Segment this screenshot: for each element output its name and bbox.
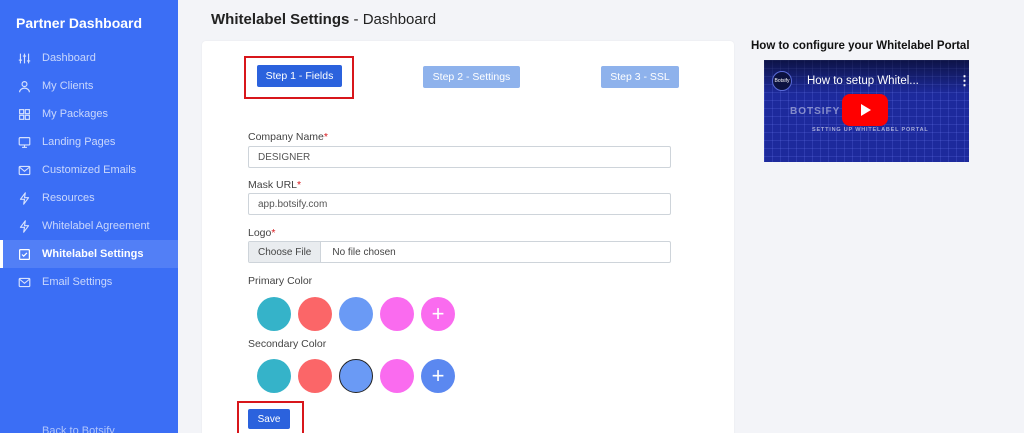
- user-icon: [18, 80, 31, 93]
- step-2-settings-button[interactable]: Step 2 - Settings: [423, 66, 520, 88]
- file-status: No file chosen: [332, 246, 396, 258]
- more-options-icon[interactable]: ⋮: [958, 74, 969, 87]
- mask-url-label-text: Mask URL: [248, 179, 298, 191]
- sidebar-item-my-packages[interactable]: My Packages: [0, 100, 178, 128]
- logo-file-input[interactable]: Choose File No file chosen: [248, 241, 671, 263]
- sidebar-item-whitelabel-agreement[interactable]: Whitelabel Agreement: [0, 212, 178, 240]
- secondary-color-swatch[interactable]: [339, 359, 373, 393]
- video-caption: SETTING UP WHITELABEL PORTAL: [812, 127, 929, 133]
- required-mark: *: [323, 131, 328, 143]
- sidebar-item-my-clients[interactable]: My Clients: [0, 72, 178, 100]
- plus-icon: +: [431, 363, 445, 388]
- save-button[interactable]: Save: [248, 409, 290, 429]
- company-name-input[interactable]: DESIGNER: [248, 146, 671, 168]
- step-1-fields-button[interactable]: Step 1 - Fields: [257, 65, 342, 87]
- primary-color-swatch[interactable]: [257, 297, 291, 331]
- secondary-add-color-button[interactable]: +: [421, 359, 455, 393]
- primary-color-swatch[interactable]: [339, 297, 373, 331]
- primary-color-label: Primary Color: [248, 275, 313, 287]
- sidebar-item-label: Whitelabel Agreement: [42, 220, 150, 232]
- company-name-label: Company Name*: [248, 131, 328, 143]
- mask-url-value: app.botsify.com: [258, 198, 328, 210]
- plus-icon: +: [431, 301, 445, 326]
- sidebar-item-label: Dashboard: [42, 52, 96, 64]
- sidebar-item-label: Resources: [42, 192, 95, 204]
- channel-avatar[interactable]: Botsify: [772, 71, 792, 91]
- primary-add-color-button[interactable]: +: [421, 297, 455, 331]
- primary-color-swatch[interactable]: [380, 297, 414, 331]
- check-square-icon: [18, 248, 31, 261]
- sidebar-item-label: Whitelabel Settings: [42, 248, 144, 260]
- sidebar-item-resources[interactable]: Resources: [0, 184, 178, 212]
- sidebar-item-email-settings[interactable]: Email Settings: [0, 268, 178, 296]
- page-title: Whitelabel Settings - Dashboard: [211, 11, 436, 28]
- page-title-sub: - Dashboard: [349, 11, 437, 28]
- sidebar-item-back[interactable]: Back to Botsify: [18, 425, 115, 433]
- back-label: Back to Botsify: [42, 425, 115, 433]
- secondary-color-swatch[interactable]: [298, 359, 332, 393]
- logo-label: Logo*: [248, 227, 275, 239]
- sidebar: Partner Dashboard Dashboard My Clients M…: [0, 0, 178, 433]
- sidebar-item-label: My Packages: [42, 108, 109, 120]
- mail-icon: [18, 164, 31, 177]
- secondary-color-label: Secondary Color: [248, 338, 327, 350]
- sidebar-item-customized-emails[interactable]: Customized Emails: [0, 156, 178, 184]
- monitor-icon: [18, 136, 31, 149]
- required-mark: *: [271, 227, 276, 239]
- sidebar-item-label: Email Settings: [42, 276, 113, 288]
- required-mark: *: [297, 179, 302, 191]
- sidebar-item-label: Landing Pages: [42, 136, 116, 148]
- video-title[interactable]: How to setup Whitel...: [807, 75, 919, 87]
- sidebar-item-whitelabel-settings[interactable]: Whitelabel Settings: [0, 240, 178, 268]
- secondary-color-swatch[interactable]: [257, 359, 291, 393]
- zap-icon: [18, 219, 31, 233]
- zap-icon: [18, 191, 31, 205]
- mask-url-label: Mask URL*: [248, 179, 301, 191]
- mask-url-input[interactable]: app.botsify.com: [248, 193, 671, 215]
- sidebar-item-label: Customized Emails: [42, 164, 137, 176]
- company-name-label-text: Company Name: [248, 131, 324, 143]
- choose-file-button[interactable]: Choose File: [249, 242, 322, 262]
- secondary-color-swatch[interactable]: [380, 359, 414, 393]
- video-embed[interactable]: Botsify How to setup Whitel... ⋮ BOTSIFY…: [764, 60, 969, 162]
- company-name-value: DESIGNER: [258, 151, 311, 163]
- brand-title: Partner Dashboard: [16, 15, 143, 31]
- logo-label-text: Logo: [248, 227, 272, 239]
- sidebar-item-label: My Clients: [42, 80, 94, 92]
- settings-card: Step 1 - Fields Step 2 - Settings Step 3…: [202, 41, 734, 433]
- mail-icon: [18, 276, 31, 289]
- step-3-ssl-button[interactable]: Step 3 - SSL: [601, 66, 679, 88]
- help-title: How to configure your Whitelabel Portal: [751, 40, 970, 52]
- page-title-main: Whitelabel Settings: [211, 11, 350, 28]
- sidebar-nav: Dashboard My Clients My Packages Landing…: [0, 44, 178, 296]
- primary-color-swatch[interactable]: [298, 297, 332, 331]
- grid-icon: [18, 108, 31, 121]
- sidebar-item-landing-pages[interactable]: Landing Pages: [0, 128, 178, 156]
- sliders-icon: [18, 52, 31, 65]
- play-icon[interactable]: [842, 94, 888, 126]
- sidebar-item-dashboard[interactable]: Dashboard: [0, 44, 178, 72]
